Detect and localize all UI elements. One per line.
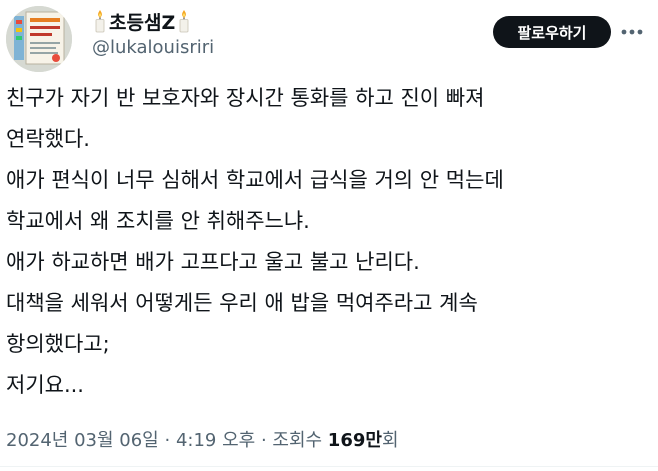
more-horizontal-icon [621,29,643,35]
avatar-image [6,6,72,72]
tweet-text: 친구가 자기 반 보호자와 장시간 통화를 하고 진이 빠져 연락했다. 애가 … [6,78,646,406]
meta-separator: · [260,430,273,451]
tweet-meta: 2024년 03월 06일 · 4:19 오후 · 조회수 169만회 [6,426,399,452]
candle-icon [93,9,107,33]
tweet-line: 애가 하교하면 배가 고프다고 울고 불고 난리다. [6,250,420,274]
tweet-line: 항의했다고; [6,332,110,356]
display-name[interactable]: 초등샘Z [109,8,175,35]
views-count: 169만 [327,430,382,451]
divider [0,466,658,467]
views-label: 조회수 [272,430,328,451]
candle-icon [177,9,191,33]
tweet-line: 대책을 세워서 어떻게든 우리 애 밥을 먹여주라고 계속 [6,291,478,315]
tweet-time[interactable]: 4:19 오후 [176,430,255,451]
more-options-button[interactable] [619,20,645,44]
name-row: 초등샘Z [93,8,191,34]
tweet-line: 친구가 자기 반 보호자와 장시간 통화를 하고 진이 빠져 [6,86,485,110]
meta-separator: · [164,430,176,451]
views-suffix: 회 [381,430,399,451]
tweet-line: 애가 편식이 너무 심해서 학교에서 급식을 거의 안 먹는데 [6,168,504,192]
tweet-line: 학교에서 왜 조치를 안 취해주느냐. [6,209,310,233]
follow-button[interactable]: 팔로우하기 [493,16,611,48]
avatar[interactable] [6,6,72,72]
tweet-line: 저기요... [6,373,84,397]
tweet-date[interactable]: 2024년 03월 06일 [6,430,159,451]
tweet-line: 연락했다. [6,127,90,151]
user-handle[interactable]: @lukalouisriri [92,37,214,58]
